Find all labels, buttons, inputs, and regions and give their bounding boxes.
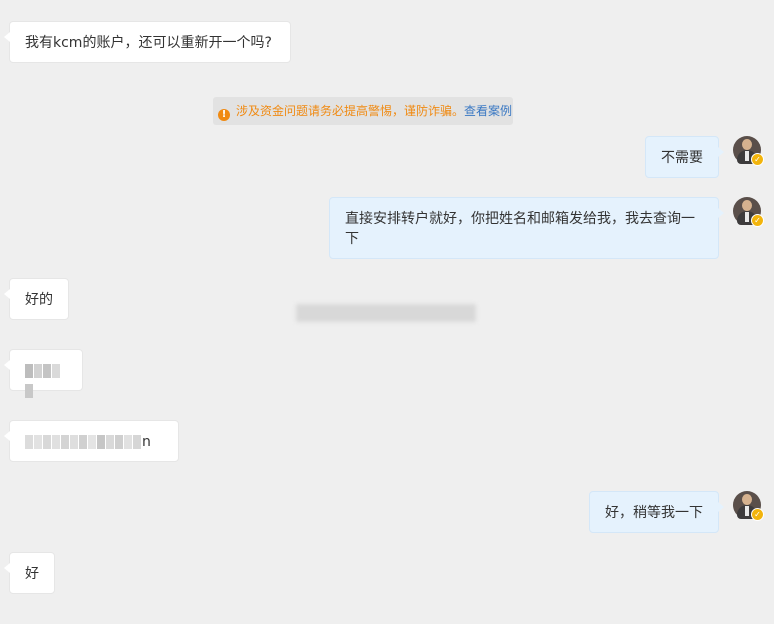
- notice-text: 涉及资金问题请务必提高警惕，谨防诈骗。: [236, 104, 465, 118]
- message-text: 直接安排转户就好，你把姓名和邮箱发给我，我去查询一下: [345, 211, 695, 247]
- message-bubble-sent: 直接安排转户就好，你把姓名和邮箱发给我，我去查询一下: [329, 197, 724, 259]
- warning-icon: !: [218, 109, 230, 121]
- verified-badge-icon: ✓: [751, 508, 764, 521]
- message-bubble-received: 好: [4, 552, 55, 594]
- message-bubble-received: 好的: [4, 278, 69, 320]
- redacted-content: [25, 435, 142, 449]
- message-text: n: [142, 434, 151, 450]
- message-bubble-received: n: [4, 420, 179, 462]
- agent-avatar[interactable]: ✓: [733, 491, 764, 521]
- redacted-content: [25, 364, 67, 398]
- message-text: 好: [25, 566, 39, 582]
- message-bubble-sent: 好，稍等我一下: [589, 491, 724, 533]
- message-text: 不需要: [661, 150, 703, 166]
- agent-avatar[interactable]: ✓: [733, 136, 764, 166]
- message-text: 我有kcm的账户，还可以重新开一个吗?: [25, 35, 272, 51]
- message-bubble-received: 我有kcm的账户，还可以重新开一个吗?: [4, 21, 291, 63]
- verified-badge-icon: ✓: [751, 214, 764, 227]
- message-text: 好的: [25, 292, 53, 308]
- message-bubble-received: [4, 349, 83, 398]
- message-text: 好，稍等我一下: [605, 505, 703, 521]
- security-notice: ! 涉及资金问题请务必提高警惕，谨防诈骗。查看案例: [213, 97, 513, 125]
- agent-avatar[interactable]: ✓: [733, 197, 764, 227]
- message-bubble-sent: 不需要: [645, 136, 724, 178]
- view-cases-link[interactable]: 查看案例: [464, 104, 512, 118]
- verified-badge-icon: ✓: [751, 153, 764, 166]
- redacted-content: [296, 304, 476, 322]
